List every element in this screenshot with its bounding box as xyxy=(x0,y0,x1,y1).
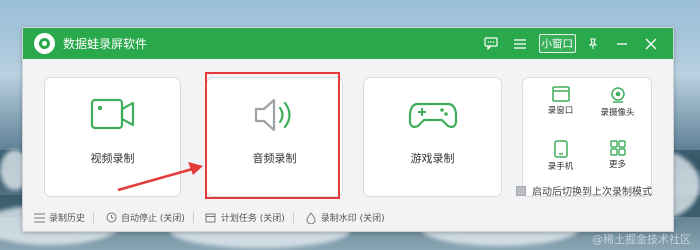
image-watermark: @稀土掘金技术社区 xyxy=(592,233,691,246)
record-phone-label: 录手机 xyxy=(547,162,574,172)
history-label: 录制历史 xyxy=(49,214,86,224)
scheduled-task-button[interactable]: 计划任务 (关闭) xyxy=(204,211,285,225)
separator xyxy=(292,212,294,223)
phone-icon xyxy=(533,140,588,158)
window-icon xyxy=(533,86,588,102)
mini-window-button[interactable]: 小窗口 xyxy=(538,34,576,53)
minimize-icon[interactable] xyxy=(610,32,634,56)
record-phone-button[interactable]: 录手机 xyxy=(533,140,588,172)
restore-mode-option[interactable]: 启动后切换到上次录制模式 xyxy=(516,183,652,198)
more-options-card: 录窗口 录摄像头 录手机 更多 xyxy=(522,77,652,197)
audio-record-card[interactable]: 音频录制 xyxy=(206,77,343,197)
app-title: 数据蛙录屏软件 xyxy=(63,37,148,51)
drop-icon xyxy=(304,211,318,225)
record-window-label: 录窗口 xyxy=(547,106,574,116)
game-record-card[interactable]: 游戏录制 xyxy=(363,77,502,197)
separator xyxy=(192,212,194,223)
clock-icon xyxy=(104,211,118,225)
pin-icon[interactable] xyxy=(581,32,605,56)
video-record-card[interactable]: 视频录制 xyxy=(44,77,181,197)
watermark-label: 录制水印 (关闭) xyxy=(320,214,385,224)
separator xyxy=(93,212,95,223)
gamepad-icon xyxy=(408,96,458,136)
game-record-label: 游戏录制 xyxy=(410,152,455,165)
title-bar[interactable]: 数据蛙录屏软件 小窗口 xyxy=(23,28,673,59)
audio-record-label: 音频录制 xyxy=(252,152,297,165)
restore-mode-label: 启动后切换到上次录制模式 xyxy=(532,187,652,198)
video-record-label: 视频录制 xyxy=(90,152,135,165)
more-button[interactable]: 更多 xyxy=(590,140,645,170)
close-icon[interactable] xyxy=(639,32,663,56)
more-label: 更多 xyxy=(608,160,626,170)
record-camera-label: 录摄像头 xyxy=(600,108,635,118)
record-camera-button[interactable]: 录摄像头 xyxy=(590,86,645,118)
app-logo-icon xyxy=(34,33,55,54)
scheduled-task-label: 计划任务 (关闭) xyxy=(220,214,285,224)
calendar-icon xyxy=(204,211,218,225)
webcam-icon xyxy=(590,86,645,104)
history-button[interactable]: 录制历史 xyxy=(32,211,85,225)
list-icon xyxy=(32,211,46,225)
video-camera-icon xyxy=(90,96,136,136)
watermark-button[interactable]: 录制水印 (关闭) xyxy=(304,211,385,225)
speaker-icon xyxy=(252,96,298,138)
grid-icon xyxy=(590,140,645,156)
bottom-bar: 录制历史 自动停止 (关闭) 计划任务 (关闭) 录制水印 (关闭) xyxy=(22,204,674,231)
menu-icon[interactable] xyxy=(508,32,532,56)
record-window-button[interactable]: 录窗口 xyxy=(533,86,588,116)
auto-stop-button[interactable]: 自动停止 (关闭) xyxy=(104,211,185,225)
auto-stop-label: 自动停止 (关闭) xyxy=(121,214,185,224)
feedback-icon[interactable] xyxy=(479,32,503,56)
restore-mode-checkbox[interactable] xyxy=(516,185,526,196)
